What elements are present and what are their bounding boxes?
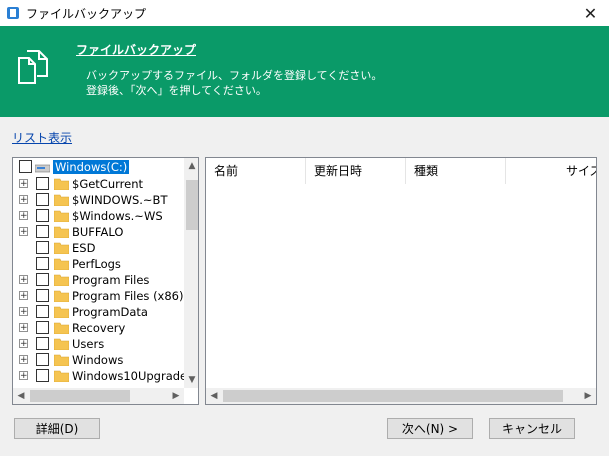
checkbox[interactable] <box>36 257 49 270</box>
scroll-down-icon[interactable]: ▼ <box>184 372 198 388</box>
column-header-type[interactable]: 種類 <box>406 158 506 184</box>
tree-item-label: Users <box>72 337 105 351</box>
window-title: ファイルバックアップ <box>26 7 147 21</box>
expand-icon[interactable]: + <box>19 275 28 285</box>
cancel-button[interactable]: キャンセル <box>489 418 575 439</box>
tree-item-label: Windows <box>72 353 124 367</box>
tree-item[interactable]: PerfLogs <box>13 256 183 272</box>
tree-item-label: ESD <box>72 241 96 255</box>
column-header-name[interactable]: 名前 <box>206 158 306 184</box>
file-list[interactable]: 名前 更新日時 種類 サイズ ◀ ▶ <box>205 157 597 405</box>
tree-horizontal-scrollbar[interactable]: ◀ ▶ <box>13 388 184 404</box>
expand-icon[interactable]: + <box>19 227 28 237</box>
checkbox[interactable] <box>36 305 49 318</box>
folder-icon <box>53 290 70 303</box>
folder-icon <box>53 226 70 239</box>
folder-icon <box>53 322 70 335</box>
tree-item[interactable]: + Program Files (x86) <box>13 288 183 304</box>
list-horizontal-scroll-thumb[interactable] <box>223 390 563 402</box>
banner-title: ファイルバックアップ <box>76 43 197 57</box>
close-icon: ✕ <box>583 3 598 23</box>
close-button[interactable]: ✕ <box>572 0 609 26</box>
list-horizontal-scrollbar[interactable]: ◀ ▶ <box>206 388 596 404</box>
tree-item-label: Windows10Upgrade <box>72 369 188 383</box>
checkbox[interactable] <box>36 369 49 382</box>
folder-icon <box>53 194 70 207</box>
checkbox[interactable] <box>36 193 49 206</box>
checkbox[interactable] <box>36 273 49 286</box>
tree-item-label: Windows(C:) <box>53 160 130 174</box>
folder-icon <box>53 354 70 367</box>
checkbox[interactable] <box>36 289 49 302</box>
folder-icon <box>53 178 70 191</box>
column-header-size[interactable]: サイズ <box>506 158 596 184</box>
tree-horizontal-scroll-thumb[interactable] <box>30 390 130 402</box>
column-header-modified[interactable]: 更新日時 <box>306 158 406 184</box>
next-button[interactable]: 次へ(N) > <box>387 418 473 439</box>
folder-icon <box>53 306 70 319</box>
tree-item-label: BUFFALO <box>72 225 124 239</box>
checkbox[interactable] <box>36 225 49 238</box>
tree-item-label: $WINDOWS.~BT <box>72 193 168 207</box>
scroll-up-icon[interactable]: ▲ <box>184 158 198 174</box>
title-bar: ファイルバックアップ ✕ <box>0 0 609 26</box>
tree-item[interactable]: + Windows <box>13 352 183 368</box>
checkbox[interactable] <box>36 209 49 222</box>
folder-tree[interactable]: Windows(C:) + $GetCurrent + $WINDOWS.~BT + $Wi… <box>12 157 199 405</box>
scroll-left-icon[interactable]: ◀ <box>13 388 29 404</box>
header-banner: ファイルバックアップ バックアップするファイル、フォルダを登録してください。 登… <box>0 26 609 117</box>
expand-icon[interactable]: + <box>19 307 28 317</box>
checkbox[interactable] <box>36 353 49 366</box>
tree-item[interactable]: + $GetCurrent <box>13 176 183 192</box>
tree-item-label: Program Files (x86) <box>72 289 184 303</box>
list-view-link[interactable]: リスト表示 <box>12 129 72 146</box>
expand-icon[interactable]: + <box>19 291 28 301</box>
tree-root-drive[interactable]: Windows(C:) <box>13 159 183 175</box>
scroll-right-icon[interactable]: ▶ <box>168 388 184 404</box>
expand-icon[interactable]: + <box>19 355 28 365</box>
checkbox[interactable] <box>36 177 49 190</box>
checkbox[interactable] <box>36 337 49 350</box>
tree-item[interactable]: + Users <box>13 336 183 352</box>
tree-item-label: Program Files <box>72 273 150 287</box>
tree-item[interactable]: + BUFFALO <box>13 224 183 240</box>
tree-item-label: $GetCurrent <box>72 177 144 191</box>
checkbox[interactable] <box>36 241 49 254</box>
tree-item[interactable]: + $Windows.~WS <box>13 208 183 224</box>
expand-icon[interactable]: + <box>19 339 28 349</box>
expand-icon[interactable]: + <box>19 371 28 381</box>
banner-description-line-1: バックアップするファイル、フォルダを登録してください。 <box>86 69 383 82</box>
tree-item-label: PerfLogs <box>72 257 121 271</box>
expand-icon[interactable]: + <box>19 323 28 333</box>
tree-item[interactable]: + Windows10Upgrade <box>13 368 187 384</box>
tree-item-label: $Windows.~WS <box>72 209 163 223</box>
app-icon <box>7 7 19 19</box>
tree-item[interactable]: + $WINDOWS.~BT <box>13 192 183 208</box>
folder-icon <box>53 274 70 287</box>
checkbox[interactable] <box>19 160 32 173</box>
tree-vertical-scroll-thumb[interactable] <box>186 180 198 230</box>
drive-icon <box>34 161 51 173</box>
expand-icon[interactable]: + <box>19 195 28 205</box>
tree-vertical-scrollbar[interactable]: ▲ ▼ <box>184 158 198 388</box>
details-button[interactable]: 詳細(D) <box>14 418 100 439</box>
tree-item[interactable]: + ProgramData <box>13 304 183 320</box>
folder-icon <box>53 210 70 223</box>
tree-item[interactable]: ESD <box>13 240 183 256</box>
tree-item[interactable]: + Recovery <box>13 320 183 336</box>
expand-icon[interactable]: + <box>19 179 28 189</box>
scroll-left-icon[interactable]: ◀ <box>206 388 222 404</box>
folder-icon <box>53 338 70 351</box>
copy-files-icon <box>18 50 48 84</box>
expand-icon[interactable]: + <box>19 211 28 221</box>
tree-item-label: Recovery <box>72 321 126 335</box>
tree-item[interactable]: + Program Files <box>13 272 183 288</box>
folder-icon <box>53 258 70 271</box>
checkbox[interactable] <box>36 321 49 334</box>
banner-description-line-2: 登録後、「次へ」を押してください。 <box>86 84 267 97</box>
tree-item-label: ProgramData <box>72 305 148 319</box>
folder-icon <box>53 370 70 383</box>
folder-icon <box>53 242 70 255</box>
scroll-right-icon[interactable]: ▶ <box>580 388 596 404</box>
